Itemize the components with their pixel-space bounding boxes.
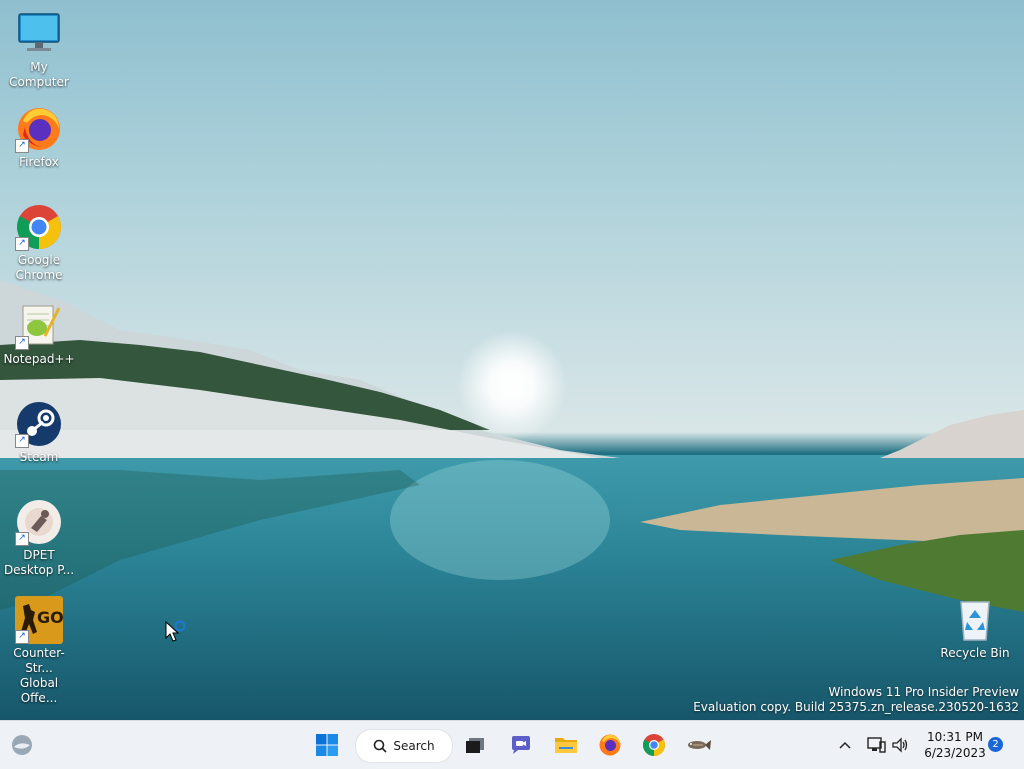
my-computer-label: My Computer [9, 60, 69, 89]
shortcut-arrow-icon: ↗ [15, 139, 29, 153]
shortcut-arrow-icon: ↗ [15, 630, 29, 644]
firefox-icon [599, 734, 621, 756]
my-computer-icon[interactable]: My Computer [1, 10, 77, 90]
watermark-line1: Windows 11 Pro Insider Preview [828, 685, 1019, 699]
search-icon [374, 739, 387, 753]
show-hidden-icons-button[interactable] [829, 729, 861, 761]
search-label: Search [393, 739, 435, 753]
fish-icon [688, 740, 711, 750]
shortcut-arrow-icon: ↗ [15, 237, 29, 251]
mouse-cursor-icon [165, 620, 186, 642]
clock[interactable]: 10:31 PM 6/23/2023 [918, 729, 992, 761]
counter-strike-label-line1: Counter-Str... [13, 646, 65, 675]
dpet-desktop-icon[interactable]: ↗ DPET Desktop P... [1, 498, 77, 578]
taskbar-search[interactable]: Search [355, 729, 453, 763]
volume-icon [892, 737, 908, 753]
chevron-up-icon [839, 741, 851, 749]
wallpaper [0, 280, 1024, 720]
shortcut-arrow-icon: ↗ [15, 336, 29, 350]
windows-watermark: Windows 11 Pro Insider Preview Evaluatio… [693, 685, 1019, 715]
steam-label: Steam [19, 450, 59, 464]
chrome-taskbar-button[interactable] [638, 729, 670, 761]
clock-date: 6/23/2023 [924, 746, 986, 760]
file-explorer-icon [555, 738, 577, 753]
file-explorer-button[interactable] [550, 729, 582, 761]
dpet-label-line1: DPET [23, 548, 55, 562]
volume-button[interactable] [884, 729, 916, 761]
recycle-bin-icon[interactable]: Recycle Bin [937, 596, 1013, 661]
notification-badge[interactable]: 2 [988, 737, 1003, 752]
google-chrome-desktop-icon[interactable]: ↗ Google Chrome [1, 203, 77, 283]
fish-app-taskbar-button[interactable] [682, 729, 714, 761]
dpet-label-line2: Desktop P... [3, 563, 75, 577]
recycle-bin-label: Recycle Bin [940, 646, 1010, 660]
notepad-plus-plus-desktop-icon[interactable]: ↗ Notepad++ [1, 302, 77, 367]
steam-desktop-icon[interactable]: ↗ Steam [1, 400, 77, 465]
counter-strike-label-line2: Global Offe... [19, 676, 59, 705]
firefox-desktop-icon[interactable]: ↗ Firefox [1, 105, 77, 170]
widgets-button[interactable] [6, 729, 38, 761]
counter-strike-desktop-icon[interactable]: GO ↗ Counter-Str... Global Offe... [1, 596, 77, 706]
clock-time: 10:31 PM [927, 730, 983, 744]
widgets-icon [12, 735, 32, 755]
chat-icon [512, 736, 530, 754]
start-button[interactable] [311, 729, 343, 761]
taskbar: Search 10:31 PM 6/23/2023 2 [0, 720, 1024, 769]
shortcut-arrow-icon: ↗ [15, 434, 29, 448]
chrome-label-line2: Chrome [15, 268, 63, 282]
task-view-icon [466, 738, 484, 753]
chrome-label-line1: Google [17, 253, 61, 267]
chat-button[interactable] [505, 729, 537, 761]
csgo-badge-text: GO [37, 608, 64, 627]
monitor-icon [18, 13, 60, 51]
chrome-icon [643, 734, 665, 756]
firefox-label: Firefox [19, 155, 59, 169]
desktop[interactable]: My Computer ↗ Firefox ↗ Google Chrome ↗ … [0, 0, 1024, 720]
shortcut-arrow-icon: ↗ [15, 532, 29, 546]
network-icon [867, 737, 886, 753]
watermark-line2: Evaluation copy. Build 25375.zn_release.… [693, 700, 1019, 714]
recycle-bin-glyph-icon [960, 601, 990, 641]
start-icon [316, 734, 338, 756]
notepad-plus-plus-label: Notepad++ [3, 352, 75, 366]
task-view-button[interactable] [459, 729, 491, 761]
firefox-taskbar-button[interactable] [594, 729, 626, 761]
